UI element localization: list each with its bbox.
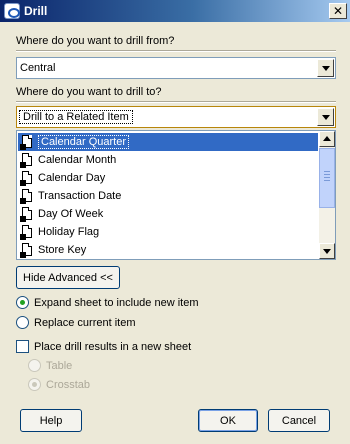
list-item-label: Calendar Quarter xyxy=(38,135,129,149)
list-item-label: Calendar Month xyxy=(38,154,117,166)
list-item[interactable]: Calendar Day xyxy=(18,169,318,187)
list-item-label: Holiday Flag xyxy=(38,226,100,238)
drill-to-select[interactable]: Drill to a Related Item xyxy=(16,106,336,128)
scroll-down-icon[interactable] xyxy=(319,243,335,259)
drill-item-icon xyxy=(20,188,32,204)
drill-item-icon xyxy=(20,242,32,258)
vertical-scrollbar[interactable] xyxy=(319,131,335,259)
close-icon: ✕ xyxy=(332,4,344,18)
scroll-up-icon[interactable] xyxy=(319,131,335,147)
new-sheet-option[interactable]: Place drill results in a new sheet xyxy=(16,340,191,353)
drill-item-icon xyxy=(20,152,32,168)
new-sheet-label: Place drill results in a new sheet xyxy=(34,340,192,353)
list-item[interactable]: Store Key xyxy=(18,241,318,259)
replace-item-radio[interactable] xyxy=(16,316,29,329)
list-item-label: Day Of Week xyxy=(38,208,104,220)
scrollbar-thumb[interactable] xyxy=(319,148,335,208)
drill-from-select[interactable]: Central xyxy=(16,57,336,79)
cancel-label: Cancel xyxy=(281,414,317,427)
list-item[interactable]: Calendar Month xyxy=(18,151,318,169)
ok-label: OK xyxy=(220,414,236,427)
drill-item-icon xyxy=(20,170,32,186)
replace-item-option[interactable]: Replace current item xyxy=(16,316,136,329)
drill-item-icon xyxy=(20,206,32,222)
drill-item-icon xyxy=(20,134,32,150)
drill-item-list[interactable]: Calendar Quarter Calendar Month Calendar… xyxy=(16,130,336,260)
table-option: Table xyxy=(28,359,72,372)
new-sheet-checkbox[interactable] xyxy=(16,340,29,353)
table-label: Table xyxy=(46,359,73,372)
replace-item-label: Replace current item xyxy=(34,316,136,329)
separator xyxy=(16,50,336,52)
list-item[interactable]: Day Of Week xyxy=(18,205,318,223)
hide-advanced-label: Hide Advanced << xyxy=(23,271,113,284)
close-button[interactable]: ✕ xyxy=(329,3,347,19)
drill-to-label: Where do you want to drill to? xyxy=(16,86,162,98)
chevron-down-icon[interactable] xyxy=(317,108,334,126)
drill-from-label: Where do you want to drill from? xyxy=(16,35,175,47)
expand-sheet-label: Expand sheet to include new item xyxy=(34,296,199,309)
app-icon xyxy=(4,3,20,19)
title-bar: Drill ✕ xyxy=(0,0,350,22)
crosstab-radio xyxy=(28,378,41,391)
window-title: Drill xyxy=(24,4,48,18)
ok-button[interactable]: OK xyxy=(198,409,258,432)
cancel-button[interactable]: Cancel xyxy=(268,409,330,432)
list-item-label: Transaction Date xyxy=(38,190,122,202)
separator xyxy=(16,101,336,103)
expand-sheet-option[interactable]: Expand sheet to include new item xyxy=(16,296,199,309)
expand-sheet-radio[interactable] xyxy=(16,296,29,309)
help-button[interactable]: Help xyxy=(20,409,82,432)
crosstab-label: Crosstab xyxy=(46,378,91,391)
crosstab-option: Crosstab xyxy=(28,378,90,391)
hide-advanced-button[interactable]: Hide Advanced << xyxy=(16,266,120,289)
list-item[interactable]: Transaction Date xyxy=(18,187,318,205)
list-item[interactable]: Calendar Quarter xyxy=(18,133,318,151)
list-item[interactable]: Holiday Flag xyxy=(18,223,318,241)
help-label: Help xyxy=(39,414,63,427)
list-item-label: Calendar Day xyxy=(38,172,106,184)
drill-to-value: Drill to a Related Item xyxy=(19,110,133,124)
table-radio xyxy=(28,359,41,372)
list-item-label: Store Key xyxy=(38,244,87,256)
drill-item-icon xyxy=(20,224,32,240)
chevron-down-icon[interactable] xyxy=(317,59,334,77)
drill-from-value: Central xyxy=(20,62,56,74)
